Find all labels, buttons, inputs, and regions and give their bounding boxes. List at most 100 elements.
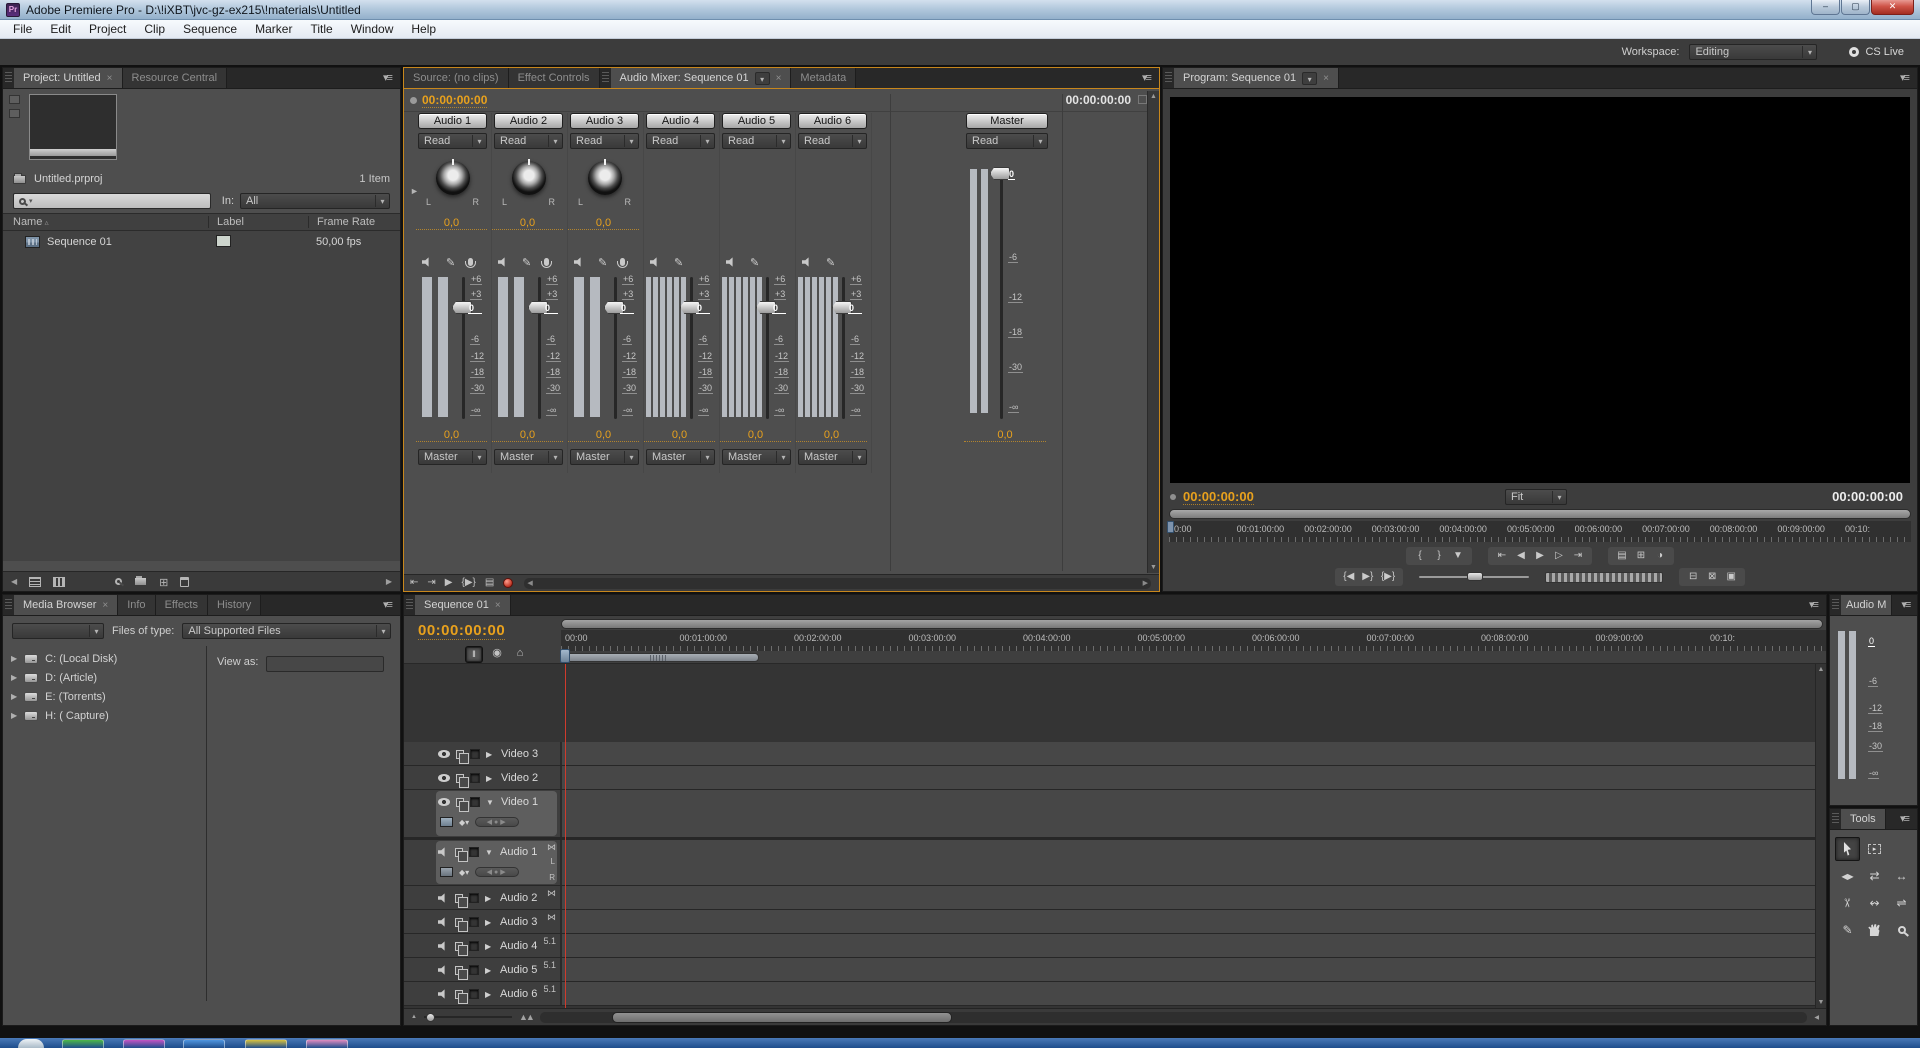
track-lane[interactable]	[561, 840, 1815, 885]
automation-mode-select[interactable]: Read	[646, 133, 715, 149]
close-tab-icon[interactable]	[107, 72, 113, 84]
label-color-chip[interactable]	[216, 234, 231, 247]
toggle-track-output-icon[interactable]	[438, 847, 445, 857]
zoom-slider-handle[interactable]	[425, 1013, 435, 1022]
taskbar-item[interactable]	[245, 1039, 287, 1048]
tab-effects[interactable]: Effects	[155, 595, 208, 615]
clear-icon[interactable]	[180, 576, 190, 587]
hand-tool[interactable]	[1862, 918, 1887, 942]
taskbar-item[interactable]	[123, 1039, 165, 1048]
playhead-handle[interactable]	[560, 649, 570, 663]
tab-project[interactable]: Project: Untitled	[14, 68, 123, 88]
audio-track-header[interactable]: ▶ Audio 4 5.1	[404, 934, 561, 957]
show-keyframes-icon[interactable]: ◆▾	[459, 868, 469, 877]
play-from-in-icon[interactable]: {◀	[1343, 570, 1355, 584]
timeline-viewing-area-bar[interactable]	[561, 619, 1823, 629]
track-lane[interactable]	[561, 982, 1815, 1005]
goto-in-icon[interactable]: ⇤	[1496, 549, 1508, 563]
windows-taskbar[interactable]	[0, 1038, 1920, 1048]
search-in-select[interactable]: All	[240, 193, 390, 209]
toggle-track-output-icon[interactable]	[438, 965, 445, 975]
slide-tool[interactable]: ⇌	[1889, 891, 1914, 915]
find-icon[interactable]	[115, 578, 123, 585]
chevron-down-icon[interactable]	[1302, 71, 1318, 85]
zoom-in-icon[interactable]: ▲▲	[519, 1012, 535, 1022]
panel-menu-icon[interactable]	[1891, 809, 1917, 829]
panel-menu-icon[interactable]	[1892, 595, 1917, 615]
search-input[interactable]: ▾	[13, 193, 211, 209]
tab-sequence[interactable]: Sequence 01	[415, 595, 511, 615]
track-name-button[interactable]: Audio 6	[798, 113, 867, 129]
zoom-tool[interactable]	[1889, 918, 1914, 942]
set-display-style-icon[interactable]	[440, 867, 453, 877]
sync-lock-icon[interactable]	[456, 749, 469, 764]
close-tab-icon[interactable]	[1323, 72, 1329, 84]
play-to-out-icon[interactable]: ▶}	[1362, 570, 1374, 584]
track-name-button[interactable]: Audio 3	[570, 113, 639, 129]
step-back-icon[interactable]: ◀	[1515, 549, 1527, 563]
menu-item[interactable]: Edit	[41, 22, 80, 36]
video-track-header[interactable]: ▶ Video 3	[404, 742, 561, 765]
track-name-button[interactable]: Audio 4	[646, 113, 715, 129]
goto-out-icon[interactable]: ⇥	[1572, 549, 1584, 563]
mixer-horizontal-scrollbar[interactable]: ◀ ▶	[524, 577, 1151, 589]
mute-track-icon[interactable]	[422, 257, 429, 267]
pan-value[interactable]: 0,0	[568, 217, 639, 230]
panel-grip-icon[interactable]	[1165, 72, 1172, 84]
mute-track-icon[interactable]	[802, 257, 809, 267]
menu-item[interactable]: Marker	[246, 22, 301, 36]
volume-value[interactable]: 0,0	[644, 429, 715, 442]
solo-track-icon[interactable]	[750, 253, 759, 271]
output-settings-icon[interactable]: ◑	[1654, 549, 1666, 563]
set-encore-chapter-marker-icon[interactable]: ◉	[489, 647, 505, 662]
rate-stretch-tool[interactable]: ↔	[1889, 864, 1914, 888]
new-bin-icon[interactable]	[134, 575, 148, 586]
title-bar[interactable]: Pr Adobe Premiere Pro - D:\!iXBT\jvc-gz-…	[0, 0, 1920, 20]
panel-grip-icon[interactable]	[1832, 813, 1839, 825]
rolling-edit-tool[interactable]: ⇄	[1862, 864, 1887, 888]
scroll-right-icon[interactable]: ▶	[386, 577, 392, 586]
snap-toggle-icon[interactable]: ‖	[466, 647, 482, 662]
pan-value[interactable]: 0,0	[416, 217, 487, 230]
selection-tool[interactable]	[1835, 837, 1860, 861]
track-name-button[interactable]: Audio 1	[418, 113, 487, 129]
track-lock-toggle[interactable]	[470, 749, 480, 759]
solo-track-icon[interactable]	[826, 253, 835, 271]
toggle-track-output-icon[interactable]	[438, 941, 445, 951]
tab-program[interactable]: Program: Sequence 01	[1174, 68, 1339, 88]
sync-lock-icon[interactable]	[455, 847, 468, 862]
sync-lock-icon[interactable]	[455, 989, 468, 1004]
automation-mode-select[interactable]: Read	[966, 133, 1048, 149]
video-track-header[interactable]: ▶ Video 2	[404, 766, 561, 789]
panel-grip-icon[interactable]	[5, 599, 12, 611]
collapse-icon[interactable]: ▶	[486, 774, 495, 783]
toggle-track-output-icon[interactable]	[438, 989, 445, 999]
scroll-left-icon[interactable]: ◀	[527, 579, 532, 587]
program-time-ruler[interactable]: 00:00 00:01:00:00 00:02:00:00 00:03:00:00 00…	[1169, 521, 1911, 542]
workspace-select[interactable]: Editing	[1689, 44, 1818, 60]
loop-icon[interactable]: ▤	[485, 576, 494, 590]
playhead-line[interactable]	[565, 664, 566, 1008]
expand-icon[interactable]: ▶	[11, 711, 17, 720]
cs-live[interactable]: CS Live	[1849, 46, 1904, 58]
lift-icon[interactable]: ⊟	[1687, 570, 1699, 584]
keyframe-nav[interactable]: ◀●▶	[475, 867, 520, 877]
solo-track-icon[interactable]	[674, 253, 683, 271]
automation-mode-select[interactable]: Read	[722, 133, 791, 149]
sync-lock-icon[interactable]	[455, 893, 468, 908]
safe-margins-icon[interactable]: ⊞	[1635, 549, 1647, 563]
timeline-time-ruler[interactable]: 00:00 00:01:00:00 00:02:00:00 00:03:00:00 00…	[561, 630, 1826, 651]
mixer-vertical-scrollbar[interactable]: ▲ ▼	[1147, 91, 1159, 573]
track-lock-toggle[interactable]	[469, 989, 479, 999]
slip-tool[interactable]: ↭	[1862, 891, 1887, 915]
poster-frame-icon[interactable]	[9, 95, 20, 104]
sync-lock-icon[interactable]	[455, 917, 468, 932]
collapse-icon[interactable]: ▶	[485, 990, 494, 999]
export-frame-icon[interactable]: ▤	[1616, 549, 1628, 563]
track-output-select[interactable]: Master	[722, 449, 791, 465]
collapse-icon[interactable]: ▼	[485, 848, 494, 857]
timeline-horizontal-scrollbar[interactable]	[539, 1011, 1808, 1023]
tab-audio-mixer[interactable]: Audio Mixer: Sequence 01	[610, 68, 792, 88]
tab-effect-controls[interactable]: Effect Controls	[508, 68, 600, 88]
track-lane[interactable]	[561, 958, 1815, 981]
